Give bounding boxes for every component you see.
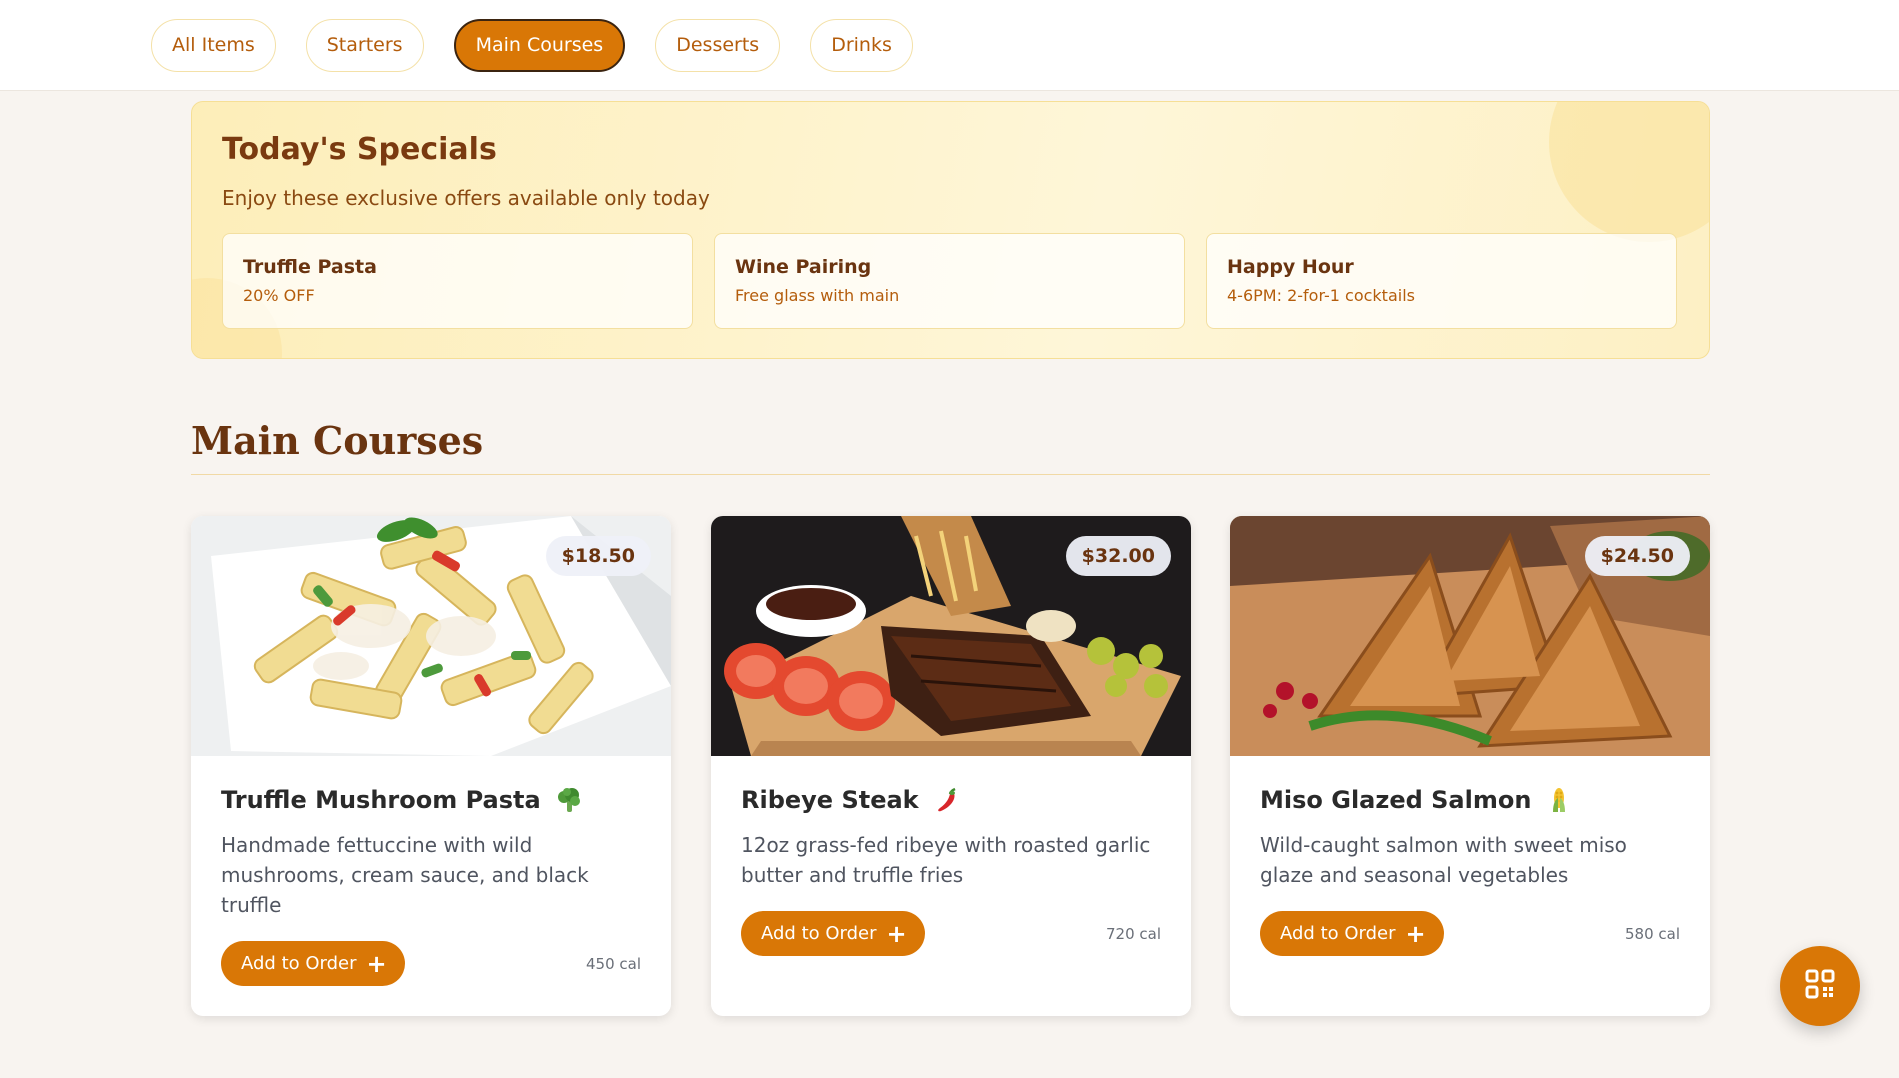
dish-card-ribeye: $32.00 Ribeye Steak 12oz grass-fed ribey… bbox=[711, 516, 1191, 1016]
dish-info: Ribeye Steak 12oz grass-fed ribeye with … bbox=[741, 786, 1161, 890]
add-to-order-label: Add to Order bbox=[761, 923, 877, 944]
add-to-order-button[interactable]: Add to Order + bbox=[1260, 911, 1444, 956]
add-to-order-button[interactable]: Add to Order + bbox=[741, 911, 925, 956]
dish-name: Miso Glazed Salmon bbox=[1260, 786, 1532, 814]
offer-title: Happy Hour bbox=[1227, 256, 1354, 278]
tab-drinks[interactable]: Drinks bbox=[810, 18, 913, 72]
tab-desserts[interactable]: Desserts bbox=[655, 18, 781, 72]
specials-subtitle: Enjoy these exclusive offers available o… bbox=[222, 186, 710, 210]
add-to-order-button[interactable]: Add to Order + bbox=[221, 941, 405, 986]
tab-starters[interactable]: Starters bbox=[305, 18, 424, 72]
calorie-count: 450 cal bbox=[585, 954, 641, 973]
plus-icon: + bbox=[366, 949, 387, 978]
chili-pepper-icon bbox=[933, 786, 961, 814]
offer-detail: Free glass with main bbox=[735, 286, 900, 305]
offer-detail: 20% OFF bbox=[243, 286, 315, 305]
section-title: Main Courses bbox=[191, 418, 484, 463]
dish-description: 12oz grass-fed ribeye with roasted garli… bbox=[741, 833, 1151, 887]
qr-code-button[interactable] bbox=[1780, 946, 1860, 1026]
dish-name: Ribeye Steak bbox=[741, 786, 919, 814]
decorative-circle bbox=[1549, 102, 1709, 242]
price-badge: $24.50 bbox=[1584, 536, 1690, 576]
dish-actions: Add to Order + 580 cal bbox=[1260, 911, 1680, 956]
tab-all-items[interactable]: All Items bbox=[151, 18, 276, 72]
offer-title: Truffle Pasta bbox=[243, 256, 377, 278]
section-divider bbox=[191, 474, 1710, 475]
price-badge: $18.50 bbox=[545, 536, 651, 576]
dish-info: Truffle Mushroom Pasta Handmade fettucci… bbox=[221, 786, 641, 920]
dish-actions: Add to Order + 720 cal bbox=[741, 911, 1161, 956]
dish-card-pasta: $18.50 Truffle Mushroom Pasta Handmade f… bbox=[191, 516, 671, 1016]
offer-card-truffle-pasta[interactable]: Truffle Pasta 20% OFF bbox=[222, 233, 693, 329]
dish-photo-pasta: $18.50 bbox=[191, 516, 671, 756]
calorie-count: 580 cal bbox=[1624, 924, 1680, 943]
offer-detail: 4-6PM: 2-for-1 cocktails bbox=[1227, 286, 1415, 305]
dish-photo-ribeye: $32.00 bbox=[711, 516, 1191, 756]
offer-card-happy-hour[interactable]: Happy Hour 4-6PM: 2-for-1 cocktails bbox=[1206, 233, 1677, 329]
plus-icon: + bbox=[1405, 919, 1426, 948]
dish-info: Miso Glazed Salmon Wild-caught salmon wi… bbox=[1260, 786, 1680, 890]
qr-code-icon bbox=[1805, 969, 1835, 1003]
add-to-order-label: Add to Order bbox=[241, 953, 357, 974]
tab-main-courses[interactable]: Main Courses bbox=[453, 18, 626, 72]
dish-actions: Add to Order + 450 cal bbox=[221, 941, 641, 986]
add-to-order-label: Add to Order bbox=[1280, 923, 1396, 944]
dish-name: Truffle Mushroom Pasta bbox=[221, 786, 541, 814]
broccoli-icon bbox=[555, 786, 583, 814]
price-badge: $32.00 bbox=[1065, 536, 1171, 576]
corn-icon bbox=[1545, 786, 1573, 814]
category-nav: All Items Starters Main Courses Desserts… bbox=[0, 0, 1899, 91]
offer-list: Truffle Pasta 20% OFF Wine Pairing Free … bbox=[222, 233, 1677, 329]
specials-title: Today's Specials bbox=[222, 132, 497, 167]
dish-description: Handmade fettuccine with wild mushrooms,… bbox=[221, 833, 589, 917]
dish-card-salmon: $24.50 Miso Glazed Salmon Wild-caught sa… bbox=[1230, 516, 1710, 1016]
offer-title: Wine Pairing bbox=[735, 256, 872, 278]
calorie-count: 720 cal bbox=[1105, 924, 1161, 943]
dish-description: Wild-caught salmon with sweet miso glaze… bbox=[1260, 833, 1627, 887]
dish-photo-salmon: $24.50 bbox=[1230, 516, 1710, 756]
plus-icon: + bbox=[886, 919, 907, 948]
offer-card-wine-pairing[interactable]: Wine Pairing Free glass with main bbox=[714, 233, 1185, 329]
specials-banner: Today's Specials Enjoy these exclusive o… bbox=[191, 101, 1710, 359]
